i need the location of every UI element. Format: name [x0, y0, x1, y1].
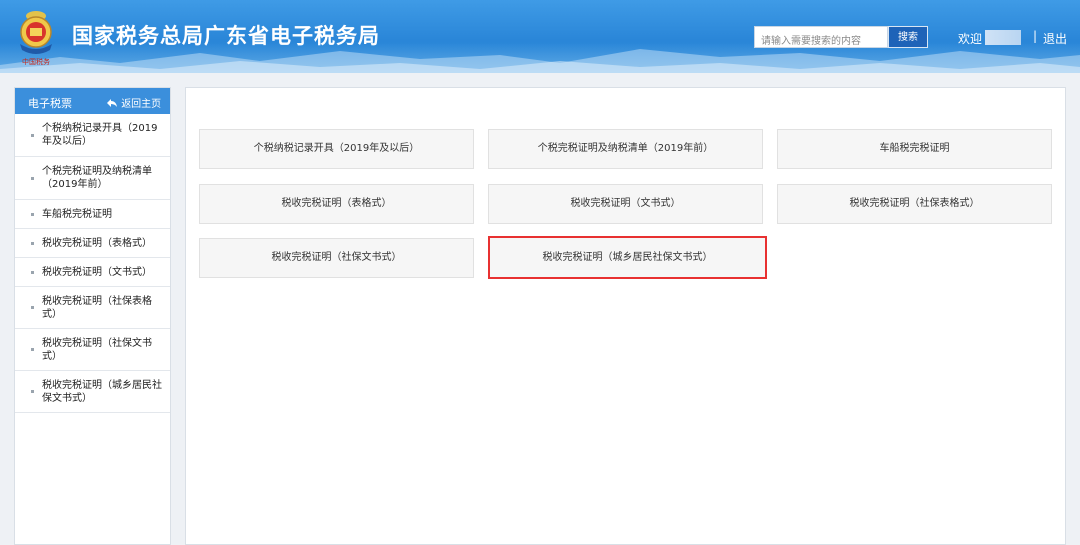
- sidebar-item-label: 税收完税证明（表格式）: [42, 237, 152, 249]
- username-masked: [985, 30, 1021, 45]
- sidebar-item-label: 个税纳税记录开具（2019年及以后）: [42, 123, 158, 147]
- card-social-document-format[interactable]: 税收完税证明（社保文书式）: [199, 238, 474, 278]
- main-panel: 个税纳税记录开具（2019年及以后） 个税完税证明及纳税清单（2019年前） 车…: [185, 87, 1066, 545]
- tax-emblem-icon[interactable]: 中国税务: [12, 8, 60, 66]
- sidebar-item-social-document-format[interactable]: 税收完税证明（社保文书式）: [15, 329, 170, 371]
- sidebar: 电子税票 返回主页 个税纳税记录开具（2019年及以后） 个税完税证明及纳税清单…: [14, 87, 171, 545]
- bullet-icon: [31, 176, 34, 180]
- site-header: 中国税务 国家税务总局广东省电子税务局 请输入需要搜索的内容 搜索 欢迎 | 退…: [0, 0, 1080, 73]
- bullet-icon: [31, 133, 34, 137]
- sidebar-item-label: 税收完税证明（文书式）: [42, 266, 152, 278]
- sidebar-item-personal-tax-record[interactable]: 个税纳税记录开具（2019年及以后）: [15, 114, 170, 157]
- bullet-icon: [31, 390, 34, 393]
- card-social-table-format[interactable]: 税收完税证明（社保表格式）: [777, 184, 1052, 224]
- back-home-link[interactable]: 返回主页: [106, 95, 161, 110]
- sidebar-item-social-table-format[interactable]: 税收完税证明（社保表格式）: [15, 287, 170, 329]
- card-personal-tax-record[interactable]: 个税纳税记录开具（2019年及以后）: [199, 129, 474, 169]
- sidebar-item-label: 车船税完税证明: [42, 208, 112, 220]
- back-arrow-icon: [107, 99, 117, 107]
- card-vehicle-tax[interactable]: 车船税完税证明: [777, 129, 1052, 169]
- bullet-icon: [31, 270, 34, 274]
- svg-text:中国税务: 中国税务: [22, 57, 50, 66]
- bullet-icon: [31, 306, 34, 309]
- sidebar-header: 电子税票 返回主页: [15, 88, 170, 114]
- sidebar-title: 电子税票: [28, 97, 72, 110]
- sidebar-item-urban-rural-social-document[interactable]: 税收完税证明（城乡居民社保文书式）: [15, 371, 170, 413]
- card-urban-rural-social-document[interactable]: 税收完税证明（城乡居民社保文书式）: [488, 236, 767, 279]
- sidebar-item-label: 个税完税证明及纳税清单（2019年前）: [42, 166, 152, 190]
- header-separator: |: [1033, 29, 1038, 43]
- bullet-icon: [31, 212, 34, 216]
- sidebar-item-document-format[interactable]: 税收完税证明（文书式）: [15, 258, 170, 287]
- card-table-format[interactable]: 税收完税证明（表格式）: [199, 184, 474, 224]
- back-home-label: 返回主页: [121, 99, 162, 110]
- sidebar-item-label: 税收完税证明（社保表格式）: [42, 295, 152, 320]
- card-document-format[interactable]: 税收完税证明（文书式）: [488, 184, 763, 224]
- sidebar-item-label: 税收完税证明（社保文书式）: [42, 337, 152, 362]
- sidebar-item-label: 税收完税证明（城乡居民社保文书式）: [42, 379, 162, 404]
- card-personal-tax-certificate[interactable]: 个税完税证明及纳税清单（2019年前）: [488, 129, 763, 169]
- site-title: 国家税务总局广东省电子税务局: [72, 24, 380, 48]
- sidebar-item-table-format[interactable]: 税收完税证明（表格式）: [15, 229, 170, 258]
- welcome-label: 欢迎: [958, 32, 983, 46]
- sidebar-item-vehicle-tax[interactable]: 车船税完税证明: [15, 200, 170, 229]
- sidebar-item-personal-tax-certificate[interactable]: 个税完税证明及纳税清单（2019年前）: [15, 157, 170, 200]
- bullet-icon: [31, 348, 34, 351]
- search-input[interactable]: 请输入需要搜索的内容: [754, 26, 888, 48]
- search-button[interactable]: 搜索: [888, 26, 928, 48]
- logout-link[interactable]: 退出: [1043, 30, 1067, 47]
- bullet-icon: [31, 241, 34, 245]
